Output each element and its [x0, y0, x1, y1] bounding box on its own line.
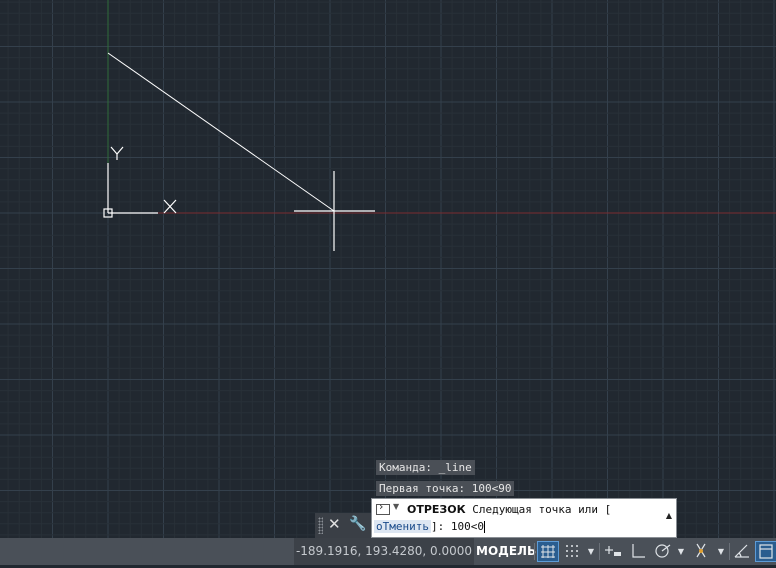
command-prompt: Следующая точка или [ — [465, 503, 612, 516]
drawing-grid — [0, 0, 776, 538]
dynamic-input-icon[interactable] — [602, 541, 624, 562]
option-undo[interactable]: оТменить — [374, 520, 431, 533]
chevron-down-icon[interactable]: ▼ — [676, 541, 686, 562]
isodraft-icon[interactable] — [755, 541, 776, 562]
command-prompt-icon[interactable] — [376, 500, 390, 515]
command-name: ОТРЕЗОК — [407, 503, 466, 516]
command-history-line: Команда: _line — [376, 460, 475, 475]
model-space-canvas[interactable] — [0, 0, 776, 538]
command-history-line: Первая точка: 100<90 — [376, 481, 515, 496]
chevron-down-icon[interactable]: ▼ — [393, 502, 399, 511]
chevron-down-icon[interactable]: ▼ — [716, 541, 726, 562]
drawn-line-segment[interactable] — [107, 52, 335, 212]
command-line-toolbar: ✕ 🔧 — [315, 513, 371, 538]
command-line[interactable]: ▼ ОТРЕЗОК Следующая точка или [ оТменить… — [371, 498, 677, 538]
close-icon[interactable]: ✕ — [328, 515, 341, 533]
model-space-button[interactable]: МОДЕЛЬ — [476, 538, 536, 565]
text-caret — [483, 521, 485, 533]
command-input[interactable]: ]: 100<0 — [431, 520, 484, 533]
chevron-up-icon[interactable]: ▲ — [666, 511, 672, 520]
command-input-line[interactable]: оТменить]: 100<0 — [374, 520, 485, 533]
drag-grip-icon[interactable] — [318, 517, 323, 534]
object-snap-track-icon[interactable] — [690, 541, 712, 562]
wrench-icon[interactable]: 🔧 — [349, 516, 366, 532]
chevron-down-icon[interactable]: ▼ — [586, 541, 596, 562]
status-bar: -189.1916, 193.4280, 0.0000 МОДЕЛЬ ▼ ▼ ▼ — [0, 538, 776, 565]
snap-icon[interactable] — [561, 541, 583, 562]
cursor-coordinates[interactable]: -189.1916, 193.4280, 0.0000 — [294, 538, 474, 565]
command-prompt-text: ОТРЕЗОК Следующая точка или [ — [407, 503, 611, 516]
polar-icon[interactable] — [652, 541, 674, 562]
ortho-icon[interactable] — [627, 541, 649, 562]
annotation-icon[interactable] — [731, 541, 753, 562]
grid-icon[interactable] — [537, 541, 559, 562]
